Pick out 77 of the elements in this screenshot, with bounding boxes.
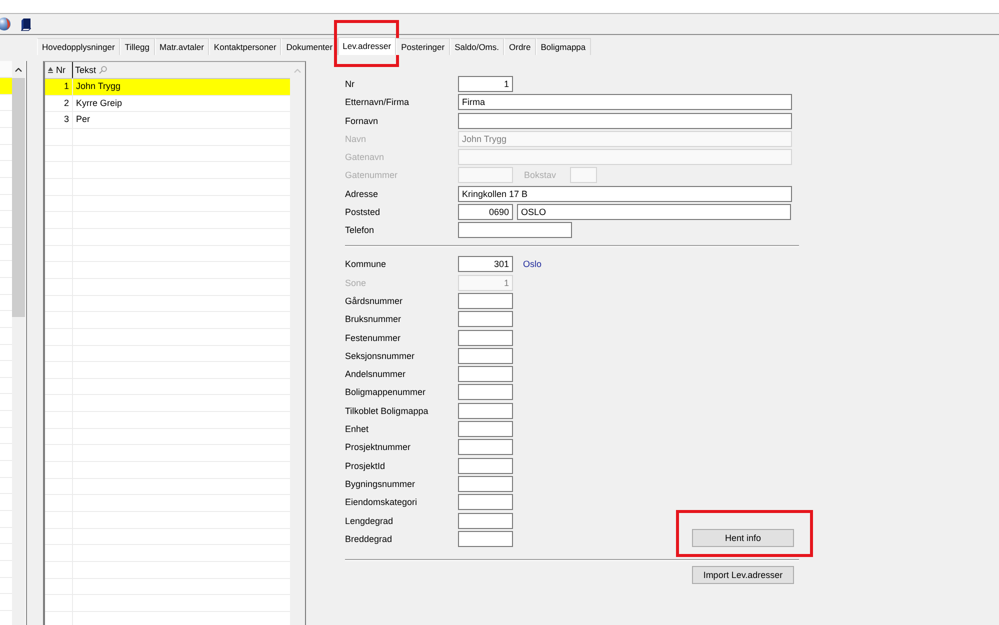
- input-field[interactable]: [458, 402, 513, 419]
- field-label: Nr: [345, 79, 354, 89]
- input-field[interactable]: 301: [458, 256, 513, 272]
- input-field[interactable]: [458, 330, 513, 346]
- tab[interactable]: Tillegg: [120, 38, 155, 55]
- input-field[interactable]: [458, 512, 513, 529]
- field-label: Navn: [345, 134, 366, 144]
- input-field[interactable]: [458, 421, 513, 438]
- input-field[interactable]: [458, 222, 572, 238]
- table-cell: 1: [45, 79, 73, 95]
- input-field[interactable]: 1: [458, 76, 513, 92]
- list-row[interactable]: 1 John Trygg: [45, 79, 290, 96]
- input-field[interactable]: [458, 112, 792, 129]
- search-icon[interactable]: [99, 66, 108, 74]
- field-label: Gårdsnummer: [345, 296, 403, 306]
- field-label: Kommune: [345, 259, 386, 270]
- field-label: Boligmappenummer: [345, 387, 426, 398]
- field-label: Lengdegrad: [345, 516, 394, 526]
- list-row[interactable]: 2 Kyrre Greip: [45, 96, 290, 112]
- field-label: ProsjektId: [345, 460, 386, 471]
- input-field[interactable]: [458, 366, 513, 382]
- input-field[interactable]: [458, 292, 513, 309]
- field-label: Enhet: [345, 424, 369, 434]
- tab[interactable]: Boligmappa: [536, 38, 591, 55]
- table-cell-text: John Trygg: [75, 80, 122, 93]
- field-label: Telefon: [345, 225, 374, 236]
- tab[interactable]: Matr.avtaler: [154, 38, 209, 55]
- hent-info-button[interactable]: Hent info: [692, 528, 794, 547]
- field-label: Andelsnummer: [345, 369, 406, 380]
- field-label: Sone: [345, 278, 366, 288]
- caret-up-icon[interactable]: [15, 68, 22, 72]
- column-header[interactable]: Tekst: [73, 62, 290, 78]
- field-label: Fornavn: [345, 116, 378, 126]
- field-label: Bokstav: [524, 170, 556, 180]
- field-label: Eiendomskategori: [345, 497, 418, 508]
- book-icon[interactable]: [21, 18, 31, 30]
- table-cell: 3: [45, 112, 73, 128]
- field-label: Festenummer: [345, 332, 401, 343]
- input-field[interactable]: [458, 530, 513, 547]
- tab[interactable]: Dokumenter: [281, 38, 338, 55]
- input-field[interactable]: 0690: [458, 204, 513, 220]
- column-header[interactable]: Nr: [45, 62, 73, 78]
- table-cell-text: Per: [75, 113, 92, 126]
- table-cell: 2: [45, 96, 73, 112]
- field-label: Bygningsnummer: [345, 478, 416, 489]
- input-field[interactable]: [458, 476, 513, 492]
- field-label: Adresse: [345, 188, 378, 199]
- input-field[interactable]: [458, 458, 513, 474]
- scrollbar-thumb[interactable]: [12, 78, 25, 317]
- input-field[interactable]: Kringkollen 17 B: [458, 186, 792, 202]
- input-field[interactable]: [458, 494, 513, 510]
- tab[interactable]: Hovedopplysninger: [37, 38, 120, 55]
- field-label: Etternavn/Firma: [345, 97, 410, 108]
- sort-ascending-icon: [48, 67, 53, 73]
- input-field[interactable]: [458, 439, 513, 456]
- tab[interactable]: Posteringer: [396, 38, 450, 55]
- input-field[interactable]: [458, 384, 513, 400]
- list-row[interactable]: 3 Per: [45, 112, 290, 129]
- import-button[interactable]: Import Lev.adresser: [692, 566, 794, 584]
- field-label: Seksjonsnummer: [345, 350, 415, 361]
- tab[interactable]: Lev.adresser: [338, 37, 396, 55]
- input-field[interactable]: [458, 348, 513, 364]
- tab[interactable]: Ordre: [504, 38, 536, 55]
- field-label: Poststed: [345, 207, 380, 218]
- field-label: Gatenummer: [345, 170, 398, 180]
- field-label: Breddegrad: [345, 534, 392, 544]
- input-field[interactable]: Firma: [458, 94, 792, 110]
- tab[interactable]: Saldo/Oms.: [450, 38, 504, 55]
- table-cell-text: Kyrre Greip: [75, 96, 124, 110]
- input-field[interactable]: OSLO: [517, 204, 791, 220]
- input-field[interactable]: [458, 311, 513, 328]
- municipality-link[interactable]: Oslo: [523, 259, 542, 270]
- field-label: Bruksnummer: [345, 314, 402, 324]
- field-label: Tilkoblet Boligmappa: [345, 406, 428, 416]
- field-label: Gatenavn: [345, 152, 384, 162]
- tab[interactable]: Kontaktpersoner: [208, 38, 282, 55]
- field-label: Prosjektnummer: [345, 442, 411, 452]
